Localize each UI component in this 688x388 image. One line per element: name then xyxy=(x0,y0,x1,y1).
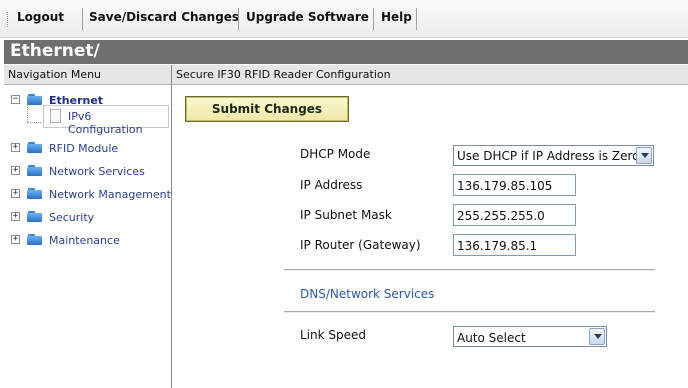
expand-icon[interactable]: + xyxy=(11,212,20,221)
nav-item-label: Network Management xyxy=(49,188,171,201)
dhcp-mode-select[interactable]: Use DHCP if IP Address is Zero xyxy=(453,145,654,166)
ip-address-label: IP Address xyxy=(300,178,363,192)
nav-item-label: Maintenance xyxy=(49,234,120,247)
nav-header: Navigation Menu xyxy=(4,65,172,85)
folder-icon xyxy=(27,94,42,105)
dhcp-mode-value: Use DHCP if IP Address is Zero xyxy=(457,149,640,163)
folder-icon xyxy=(27,234,42,245)
dhcp-mode-label: DHCP Mode xyxy=(300,147,371,161)
chevron-down-icon[interactable] xyxy=(636,147,652,164)
expand-icon[interactable]: + xyxy=(11,143,20,152)
nav-item-ipv6-configuration[interactable]: IPv6 Configuration xyxy=(43,105,169,136)
chevron-down-icon[interactable] xyxy=(589,328,605,345)
submit-changes-button[interactable]: Submit Changes xyxy=(185,96,349,122)
section-divider xyxy=(284,311,655,313)
toolbar-separator xyxy=(82,8,83,30)
toolbar-separator xyxy=(373,8,374,30)
page-icon xyxy=(50,109,61,123)
nav-item-label: RFID Module xyxy=(49,142,119,155)
content-header: Secure IF30 RFID Reader Configuration xyxy=(172,65,688,85)
nav-item-label: Network Services xyxy=(49,165,145,178)
folder-icon xyxy=(27,211,42,222)
ip-address-value: 136.179.85.105 xyxy=(457,179,553,193)
top-toolbar: Logout Save/Discard Changes Upgrade Soft… xyxy=(0,0,688,38)
folder-icon xyxy=(27,165,42,176)
folder-icon xyxy=(27,142,42,153)
expand-icon[interactable]: + xyxy=(11,189,20,198)
toolbar-grip xyxy=(7,12,9,27)
dns-section-title: DNS/Network Services xyxy=(300,287,435,301)
subnet-mask-label: IP Subnet Mask xyxy=(300,208,392,222)
upgrade-software-button[interactable]: Upgrade Software xyxy=(246,10,369,24)
tree-connector xyxy=(27,100,29,122)
logout-button[interactable]: Logout xyxy=(17,10,64,24)
tree-connector xyxy=(27,122,41,124)
subnet-mask-value: 255.255.255.0 xyxy=(457,209,545,223)
help-button[interactable]: Help xyxy=(381,10,412,24)
link-speed-select[interactable]: Auto Select xyxy=(453,326,607,347)
expand-icon[interactable]: + xyxy=(11,166,20,175)
page-title: Ethernet/ xyxy=(10,41,100,61)
folder-icon xyxy=(27,188,42,199)
toolbar-separator xyxy=(238,8,239,30)
link-speed-label: Link Speed xyxy=(300,328,367,342)
router-gateway-field[interactable]: 136.179.85.1 xyxy=(453,234,576,256)
toolbar-separator xyxy=(416,8,417,30)
router-gateway-label: IP Router (Gateway) xyxy=(300,238,421,252)
router-gateway-value: 136.179.85.1 xyxy=(457,239,538,253)
nav-item-label: Security xyxy=(49,211,95,224)
collapse-icon[interactable]: − xyxy=(11,95,20,104)
section-divider xyxy=(284,269,655,271)
nav-item-label: IPv6 Configuration xyxy=(68,110,143,136)
link-speed-value: Auto Select xyxy=(457,331,526,345)
subnet-mask-field[interactable]: 255.255.255.0 xyxy=(453,204,576,226)
save-discard-button[interactable]: Save/Discard Changes xyxy=(89,10,239,24)
ip-address-field[interactable]: 136.179.85.105 xyxy=(453,174,576,196)
content-header-label: Secure IF30 RFID Reader Configuration xyxy=(176,68,391,81)
expand-icon[interactable]: + xyxy=(11,235,20,244)
page-title-bar: Ethernet/ xyxy=(4,40,688,64)
nav-header-label: Navigation Menu xyxy=(8,68,102,81)
